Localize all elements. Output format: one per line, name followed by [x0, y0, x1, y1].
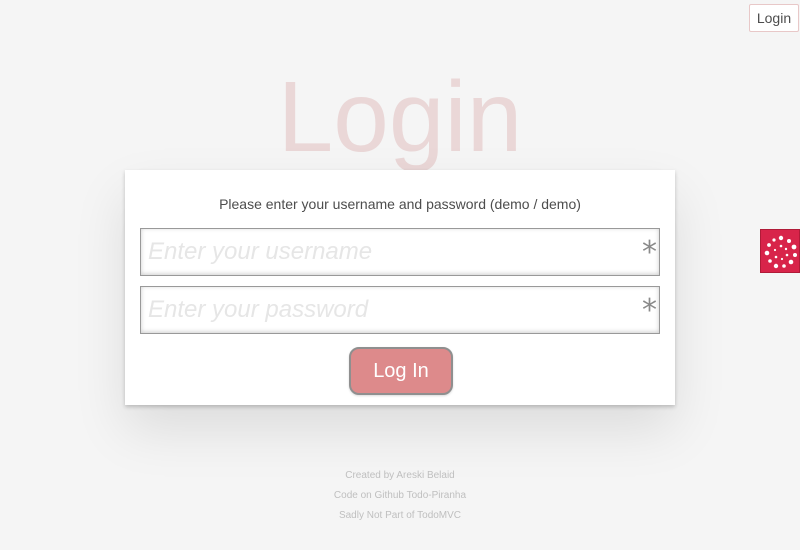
footer: Created by Areski Belaid Code on Github … [0, 466, 800, 526]
required-asterisk-icon: * [642, 235, 657, 270]
required-asterisk-icon: * [642, 293, 657, 328]
password-input[interactable] [141, 287, 631, 333]
log-in-button[interactable]: Log In [349, 347, 453, 395]
page-title: Login [277, 61, 523, 173]
footer-todomvc-note: Sadly Not Part of TodoMVC [338, 510, 462, 521]
login-form: Please enter your username and password … [125, 170, 675, 405]
form-instructions: Please enter your username and password … [219, 196, 581, 212]
username-field: * [140, 228, 660, 276]
footer-github-link[interactable]: Code on Github Todo-Piranha [0, 486, 800, 506]
footer-credit: Created by Areski Belaid [345, 470, 455, 481]
dots-circle-icon [764, 235, 797, 269]
side-widget-button[interactable] [760, 229, 800, 273]
password-field: * [140, 286, 660, 334]
header-login-button[interactable]: Login [749, 4, 799, 32]
username-input[interactable] [141, 229, 631, 275]
